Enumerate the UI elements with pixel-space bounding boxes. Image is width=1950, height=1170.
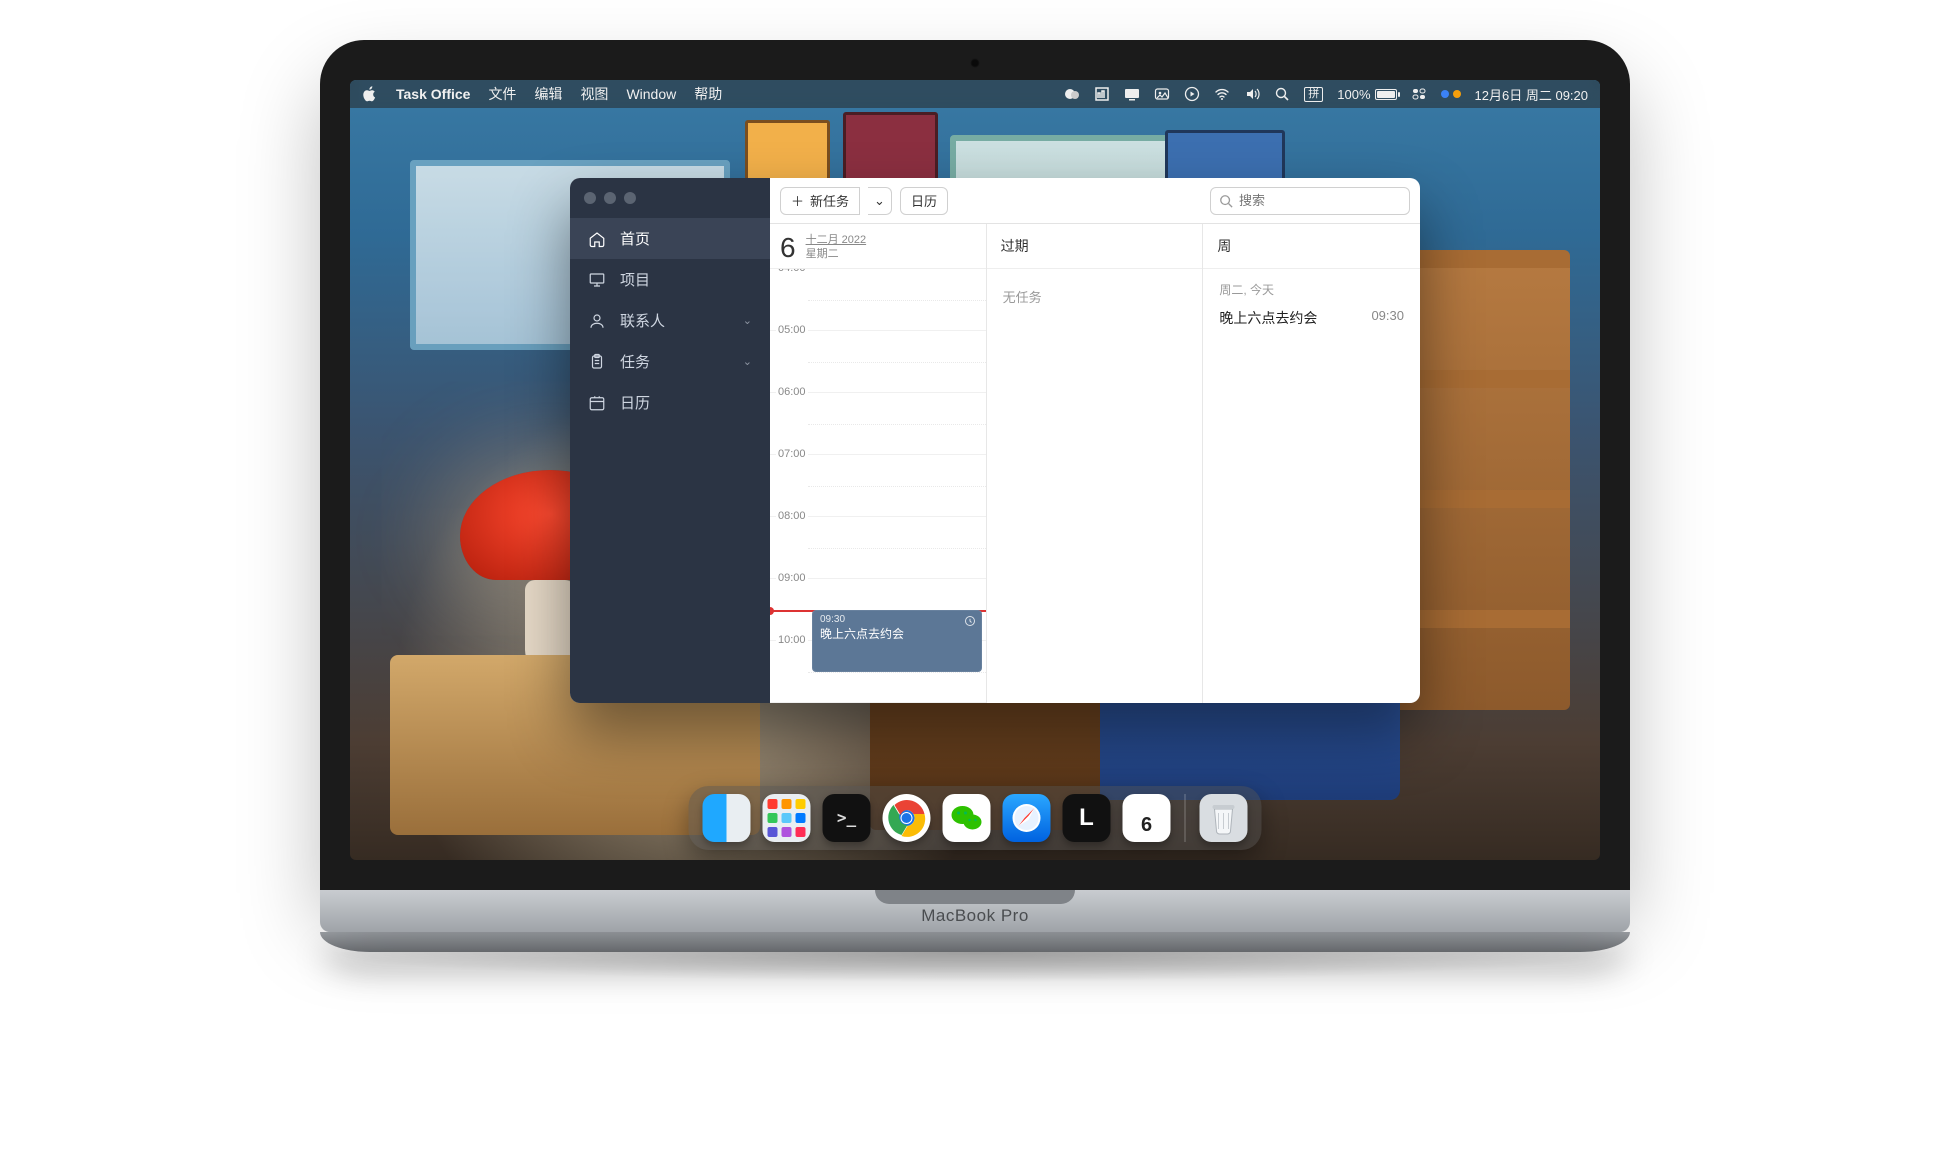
laptop-brand: MacBook Pro <box>921 906 1029 926</box>
person-icon <box>588 312 606 330</box>
window-traffic-lights[interactable] <box>570 178 770 214</box>
control-center-icon[interactable] <box>1411 86 1427 102</box>
calendar-label: 日历 <box>911 191 937 210</box>
week-task-item[interactable]: 晚上六点去约会 09:30 <box>1203 302 1420 334</box>
hour-label: 09:00 <box>776 572 808 584</box>
home-icon <box>588 230 606 248</box>
toolbar: ＋ 新任务 ⌄ 日历 <box>770 178 1420 224</box>
menu-extra-dots[interactable] <box>1441 90 1461 98</box>
menubar-item-edit[interactable]: 编辑 <box>534 84 562 104</box>
calendar-event[interactable]: 09:30 晚上六点去约会 <box>812 610 982 672</box>
menubar-item-file[interactable]: 文件 <box>488 84 516 104</box>
sidebar-item-home[interactable]: 首页 <box>570 218 770 259</box>
input-method-indicator[interactable]: 拼 <box>1304 87 1323 102</box>
event-title: 晚上六点去约会 <box>820 625 974 642</box>
menubar: Task Office 文件 编辑 视图 Window 帮助 <box>350 80 1600 108</box>
search-icon <box>1219 194 1233 208</box>
photos-menu-icon[interactable] <box>1154 86 1170 102</box>
chevron-down-icon: ⌄ <box>874 193 885 209</box>
new-task-dropdown[interactable]: ⌄ <box>868 187 892 215</box>
new-task-button[interactable]: ＋ 新任务 <box>780 187 860 215</box>
dock: L 6 <box>689 786 1262 850</box>
menubar-app-name[interactable]: Task Office <box>396 86 470 102</box>
desktop-screen: Task Office 文件 编辑 视图 Window 帮助 <box>350 80 1600 860</box>
dock-calendar-icon[interactable]: 6 <box>1123 794 1171 842</box>
dock-launchpad-icon[interactable] <box>763 794 811 842</box>
chevron-down-icon: ⌄ <box>743 314 752 327</box>
app-menu-extra-icon[interactable] <box>1094 86 1110 102</box>
day-timeline[interactable]: 04:00 05:00 06:00 07:00 08:00 09:00 10:0… <box>770 269 986 703</box>
nowplaying-menu-icon[interactable] <box>1184 86 1200 102</box>
dock-separator <box>1185 794 1186 842</box>
sidebar-item-label: 联系人 <box>620 310 665 331</box>
hour-label: 08:00 <box>776 510 808 522</box>
week-column: 周 周二, 今天 晚上六点去约会 09:30 <box>1203 224 1420 703</box>
dock-app-icon[interactable]: L <box>1063 794 1111 842</box>
sidebar-item-contacts[interactable]: 联系人 ⌄ <box>570 300 770 341</box>
sidebar-item-tasks[interactable]: 任务 ⌄ <box>570 341 770 382</box>
column-header-overdue: 过期 <box>987 224 1203 269</box>
plus-icon: ＋ <box>791 191 804 210</box>
menubar-item-help[interactable]: 帮助 <box>694 84 722 104</box>
presentation-icon <box>588 271 606 289</box>
hour-label: 04:00 <box>776 269 808 274</box>
dock-trash-icon[interactable] <box>1200 794 1248 842</box>
sidebar-item-label: 项目 <box>620 269 650 290</box>
task-title: 晚上六点去约会 <box>1219 308 1317 328</box>
task-office-window: 首页 项目 联系人 ⌄ 任务 <box>570 178 1420 703</box>
battery-icon <box>1375 89 1397 100</box>
spotlight-menu-icon[interactable] <box>1274 86 1290 102</box>
window-minimize-dot[interactable] <box>604 192 616 204</box>
hour-label: 07:00 <box>776 448 808 460</box>
hour-label: 05:00 <box>776 324 808 336</box>
hour-label: 06:00 <box>776 386 808 398</box>
sidebar-item-calendar[interactable]: 日历 <box>570 382 770 423</box>
window-close-dot[interactable] <box>584 192 596 204</box>
weekday: 星期二 <box>806 248 867 262</box>
month-year: 十二月 2022 <box>806 234 867 248</box>
wallpaper-lamp <box>525 580 575 670</box>
sidebar-item-label: 任务 <box>620 351 650 372</box>
volume-menu-icon[interactable] <box>1244 86 1260 102</box>
laptop-notch <box>875 890 1075 904</box>
clipboard-icon <box>588 353 606 371</box>
dock-calendar-day: 6 <box>1141 808 1152 842</box>
menubar-item-window[interactable]: Window <box>626 86 676 102</box>
wifi-menu-icon[interactable] <box>1214 86 1230 102</box>
apple-menu-icon[interactable] <box>362 86 378 102</box>
search-field[interactable] <box>1210 187 1410 215</box>
sidebar-item-label: 日历 <box>620 392 650 413</box>
dock-safari-icon[interactable] <box>1003 794 1051 842</box>
dock-wechat-icon[interactable] <box>943 794 991 842</box>
wechat-menu-icon[interactable] <box>1064 86 1080 102</box>
calendar-button[interactable]: 日历 <box>900 187 948 215</box>
chevron-down-icon: ⌄ <box>743 355 752 368</box>
sidebar: 首页 项目 联系人 ⌄ 任务 <box>570 178 770 703</box>
window-zoom-dot[interactable] <box>624 192 636 204</box>
event-time: 09:30 <box>820 614 974 625</box>
calendar-grid-icon <box>588 394 606 412</box>
laptop-camera <box>970 58 980 68</box>
overdue-empty: 无任务 <box>987 269 1203 324</box>
task-time: 09:30 <box>1371 308 1404 328</box>
dock-finder-icon[interactable] <box>703 794 751 842</box>
clock-icon <box>964 615 976 627</box>
display-menu-icon[interactable] <box>1124 86 1140 102</box>
battery-menu[interactable]: 100% <box>1337 87 1396 102</box>
battery-percent: 100% <box>1337 87 1370 102</box>
sidebar-item-projects[interactable]: 项目 <box>570 259 770 300</box>
sidebar-item-label: 首页 <box>620 228 650 249</box>
column-header-week: 周 <box>1203 224 1420 269</box>
search-input[interactable] <box>1239 193 1415 208</box>
overdue-column: 过期 无任务 <box>987 224 1204 703</box>
menubar-item-view[interactable]: 视图 <box>580 84 608 104</box>
menubar-clock[interactable]: 12月6日 周二 09:20 <box>1475 85 1588 104</box>
week-subheader: 周二, 今天 <box>1203 269 1420 302</box>
day-column: 6 十二月 2022 星期二 04:00 05:00 06:00 07: <box>770 224 987 703</box>
dock-terminal-icon[interactable] <box>823 794 871 842</box>
day-number: 6 <box>780 232 796 264</box>
hour-label: 10:00 <box>776 634 808 646</box>
new-task-label: 新任务 <box>810 191 849 210</box>
dock-chrome-icon[interactable] <box>883 794 931 842</box>
